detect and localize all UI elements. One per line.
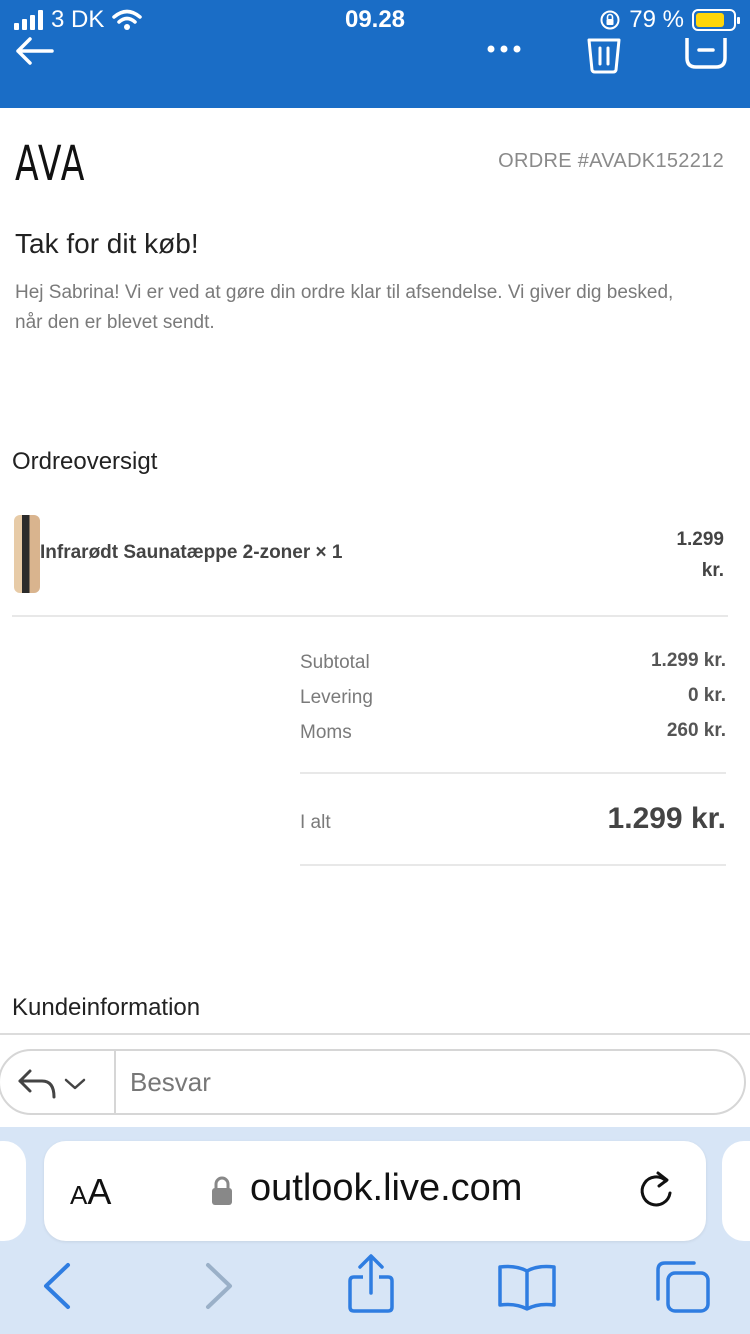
text-size-large-a: A [87,1171,112,1212]
divider [300,772,726,774]
subtotal-label: Subtotal [300,652,370,673]
more-dots-icon[interactable] [486,44,522,54]
reload-icon[interactable] [636,1167,676,1211]
mail-top-bar: 3 DK 09.28 79 % [0,0,750,108]
previous-tab-edge[interactable] [0,1141,26,1241]
address-bar[interactable]: AA outlook.live.com [44,1141,706,1241]
url-text: outlook.live.com [250,1167,523,1209]
reply-input[interactable]: Besvar [130,1067,211,1098]
order-number: ORDRE #AVADK152212 [498,150,724,172]
intro-text: Hej Sabrina! Vi er ved at gøre din ordre… [15,282,674,333]
text-size-button[interactable]: AA [70,1171,111,1213]
battery-icon [692,9,740,31]
reply-options-button[interactable] [16,1061,112,1107]
archive-icon[interactable] [684,36,728,70]
share-icon[interactable] [346,1253,396,1315]
customer-info-title: Kundeinformation [12,994,201,1021]
trash-icon[interactable] [586,36,622,74]
total-label: I alt [300,812,331,833]
reply-field[interactable]: Besvar [0,1049,746,1115]
product-thumbnail[interactable] [14,515,40,593]
bookmarks-icon[interactable] [496,1263,558,1311]
battery-percent: 79 % [629,6,684,33]
divider [12,615,728,617]
brand-logo: AVA [15,136,86,192]
thank-you-heading: Tak for dit køb! [15,228,199,259]
reply-separator [114,1051,116,1113]
shipping-label: Levering [300,687,373,708]
status-right: 79 % [599,6,740,34]
back-arrow-icon[interactable] [14,36,54,66]
divider [300,864,726,866]
product-row[interactable]: Infrarødt Saunatæppe 2-zoner × 1 1.299 k… [12,512,728,608]
reply-bar: Besvar [0,1033,750,1127]
order-overview-title: Ordreoversigt [12,448,158,475]
product-name: Infrarødt Saunatæppe 2-zoner × 1 [40,542,343,563]
product-price-amount: 1.299 [676,529,724,550]
status-bar: 3 DK 09.28 79 % [0,6,750,36]
lock-icon [212,1176,232,1205]
tabs-icon[interactable] [654,1259,712,1315]
subtotal-value: 1.299 kr. [650,650,726,671]
product-price-currency: kr. [701,560,724,581]
orientation-lock-icon [600,10,620,30]
text-size-small-a: A [70,1180,88,1210]
browser-toolbar: AA outlook.live.com [0,1127,750,1334]
email-body[interactable]: AVA ORDRE #AVADK152212 Tak for dit køb! … [0,108,750,1033]
total-value: 1.299 kr. [607,802,726,835]
vat-label: Moms [300,722,352,743]
browser-back-icon[interactable] [42,1261,72,1311]
vat-value: 260 kr. [666,720,726,741]
next-tab-edge[interactable] [722,1141,750,1241]
chevron-down-icon [64,1078,86,1090]
product-price: 1.299 kr. [644,524,724,586]
reply-icon [18,1069,56,1099]
browser-forward-icon[interactable] [204,1261,234,1311]
shipping-value: 0 kr. [687,685,726,706]
